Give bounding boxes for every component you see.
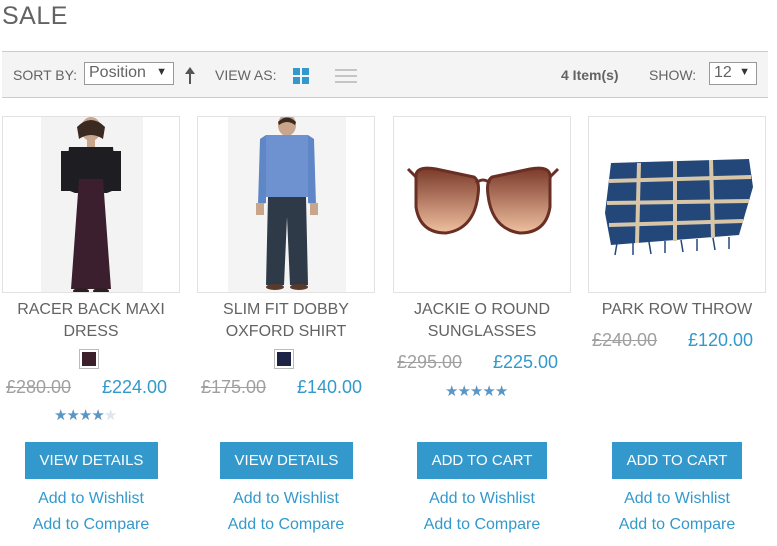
add-to-wishlist-link[interactable]: Add to Wishlist (576, 490, 777, 508)
special-price: £225.00 (493, 352, 559, 372)
rating-stars: ★★★★★ (445, 382, 508, 400)
add-to-wishlist-link[interactable]: Add to Wishlist (0, 490, 192, 508)
old-price: £240.00 (592, 330, 658, 350)
page-title: SALE (2, 2, 68, 30)
sort-by-value: Position (89, 64, 146, 81)
product-name[interactable]: PARK ROW THROW (576, 299, 777, 321)
rating-stars: ★★★★★ (54, 406, 117, 424)
special-price: £224.00 (102, 377, 168, 397)
select-caret-icon: ▼ (156, 66, 167, 78)
product-image[interactable] (588, 116, 766, 293)
add-to-wishlist-link[interactable]: Add to Wishlist (185, 490, 387, 508)
star-icon: ★ (494, 383, 508, 400)
special-price: £120.00 (688, 330, 754, 350)
product-name[interactable]: JACKIE O ROUND SUNGLASSES (381, 299, 583, 343)
old-price: £280.00 (6, 377, 72, 397)
swatch-fill (277, 352, 291, 366)
product-image[interactable] (197, 116, 375, 293)
old-price: £175.00 (201, 377, 267, 397)
grid-view-icon[interactable] (293, 68, 309, 84)
show-limit-select[interactable]: 12 ▼ (709, 62, 757, 85)
item-count: 4 Item(s) (561, 67, 619, 83)
star-icon: ★ (457, 383, 470, 400)
select-caret-icon: ▼ (739, 66, 750, 78)
toolbar: SORT BY: Position ▼ VIEW AS: 4 Item(s) S… (2, 51, 768, 98)
add-to-compare-link[interactable]: Add to Compare (0, 516, 192, 534)
show-label: SHOW: (649, 67, 697, 83)
sort-by-select[interactable]: Position ▼ (84, 62, 174, 85)
add-to-cart-button[interactable]: ADD TO CART (417, 442, 547, 479)
add-to-compare-link[interactable]: Add to Compare (185, 516, 387, 534)
old-price: £295.00 (397, 352, 463, 372)
product-image[interactable] (2, 116, 180, 293)
add-to-wishlist-link[interactable]: Add to Wishlist (381, 490, 583, 508)
star-icon: ★ (78, 407, 92, 424)
star-icon: ★ (482, 383, 495, 400)
show-limit-value: 12 (714, 64, 732, 81)
star-icon: ★ (469, 383, 483, 400)
add-to-compare-link[interactable]: Add to Compare (381, 516, 583, 534)
add-to-compare-link[interactable]: Add to Compare (576, 516, 777, 534)
swatch-fill (82, 352, 96, 366)
star-icon: ★ (91, 407, 104, 424)
star-icon: ★ (103, 407, 117, 424)
color-swatch[interactable] (274, 349, 294, 369)
star-icon: ★ (445, 383, 458, 400)
product-name[interactable]: RACER BACK MAXI DRESS (0, 299, 192, 343)
view-details-button[interactable]: VIEW DETAILS (25, 442, 158, 479)
color-swatch[interactable] (79, 349, 99, 369)
sort-by-label: SORT BY: (13, 67, 78, 83)
view-as-label: VIEW AS: (215, 67, 277, 83)
add-to-cart-button[interactable]: ADD TO CART (612, 442, 742, 479)
star-icon: ★ (66, 407, 79, 424)
product-image[interactable] (393, 116, 571, 293)
sort-direction-arrow-icon[interactable] (184, 64, 196, 86)
special-price: £140.00 (297, 377, 363, 397)
star-icon: ★ (54, 407, 67, 424)
product-name[interactable]: SLIM FIT DOBBY OXFORD SHIRT (185, 299, 387, 343)
view-details-button[interactable]: VIEW DETAILS (220, 442, 353, 479)
list-view-icon[interactable] (335, 68, 357, 84)
